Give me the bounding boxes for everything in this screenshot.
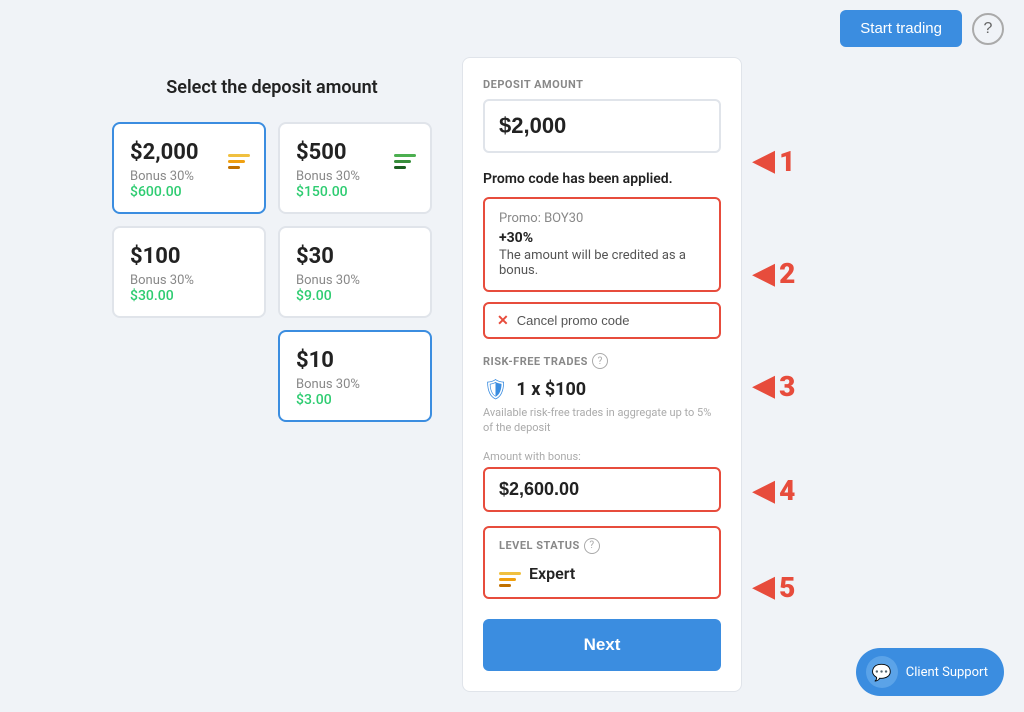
cancel-promo-label: Cancel promo code	[517, 313, 630, 328]
annotation-2: ◀ 2	[752, 257, 912, 290]
card-bonus-value: $9.00	[296, 288, 414, 304]
annotation-5: ◀ 5	[752, 571, 912, 604]
client-support-button[interactable]: 💬 Client Support	[856, 648, 1004, 696]
cancel-promo-button[interactable]: ✕ Cancel promo code	[483, 302, 721, 339]
amount-with-bonus-input[interactable]	[483, 467, 721, 512]
risk-free-section: RISK-FREE TRADES ? 🛡 1 x $100 Available …	[483, 353, 721, 436]
risk-free-label: RISK-FREE TRADES	[483, 355, 588, 368]
promo-percent: +30%	[499, 230, 705, 246]
stack-green-icon	[394, 138, 416, 169]
deposit-card-100[interactable]: $100 Bonus 30% $30.00	[112, 226, 266, 318]
annotation-3: ◀ 3	[752, 370, 912, 403]
left-panel: Select the deposit amount $2,000 Bonus 3…	[102, 57, 462, 692]
level-status-label: LEVEL STATUS	[499, 539, 580, 552]
expert-stack-icon	[499, 560, 521, 587]
shield-icon: 🛡	[483, 377, 508, 401]
promo-applied-text: Promo code has been applied.	[483, 171, 721, 187]
start-trading-button[interactable]: Start trading	[840, 10, 962, 47]
header: Start trading ?	[0, 0, 1024, 57]
main-container: Select the deposit amount $2,000 Bonus 3…	[82, 57, 942, 712]
risk-free-label-row: RISK-FREE TRADES ?	[483, 353, 721, 369]
promo-box: Promo: BOY30 +30% The amount will be cre…	[483, 197, 721, 292]
promo-code-line: Promo: BOY30	[499, 211, 705, 226]
card-bonus-label: Bonus 30%	[296, 377, 414, 392]
client-support-label: Client Support	[906, 665, 988, 680]
amount-with-bonus-label: Amount with bonus:	[483, 450, 721, 463]
deposit-grid: $2,000 Bonus 30% $600.00 $500 Bonus 30% …	[112, 122, 432, 422]
help-button[interactable]: ?	[972, 13, 1004, 45]
level-status-value: Expert	[499, 560, 705, 587]
risk-free-value-row: 🛡 1 x $100	[483, 377, 721, 401]
support-bubble-icon: 💬	[866, 656, 898, 688]
deposit-card-500[interactable]: $500 Bonus 30% $150.00	[278, 122, 432, 214]
promo-description: The amount will be credited as a bonus.	[499, 248, 705, 278]
annotation-4: ◀ 4	[752, 474, 912, 507]
deposit-card-30[interactable]: $30 Bonus 30% $9.00	[278, 226, 432, 318]
risk-free-description: Available risk-free trades in aggregate …	[483, 405, 721, 436]
card-amount: $30	[296, 244, 414, 269]
card-bonus-label: Bonus 30%	[296, 273, 414, 288]
card-bonus-value: $600.00	[130, 184, 248, 200]
card-bonus-value: $30.00	[130, 288, 248, 304]
panel-title: Select the deposit amount	[112, 77, 432, 98]
card-amount: $100	[130, 244, 248, 269]
right-panel: DEPOSIT AMOUNT Promo code has been appli…	[462, 57, 742, 692]
level-status-label-row: LEVEL STATUS ?	[499, 538, 705, 554]
deposit-card-2000[interactable]: $2,000 Bonus 30% $600.00	[112, 122, 266, 214]
question-mark-icon: ?	[984, 20, 993, 38]
risk-free-amount: 1 x $100	[516, 379, 586, 400]
annotation-1: ◀ 1	[752, 145, 912, 178]
card-bonus-value: $150.00	[296, 184, 414, 200]
level-status-info-icon[interactable]: ?	[584, 538, 600, 554]
card-amount: $10	[296, 348, 414, 373]
card-bonus-label: Bonus 30%	[130, 169, 248, 184]
card-bonus-value: $3.00	[296, 392, 414, 408]
level-status-box: LEVEL STATUS ? Expert	[483, 526, 721, 599]
cancel-x-icon: ✕	[497, 312, 509, 329]
card-bonus-label: Bonus 30%	[130, 273, 248, 288]
deposit-amount-input[interactable]	[483, 99, 721, 153]
deposit-amount-label: DEPOSIT AMOUNT	[483, 78, 721, 91]
risk-free-info-icon[interactable]: ?	[592, 353, 608, 369]
stack-gold-icon	[228, 138, 250, 169]
deposit-card-10[interactable]: $10 Bonus 30% $3.00	[278, 330, 432, 422]
card-bonus-label: Bonus 30%	[296, 169, 414, 184]
next-button[interactable]: Next	[483, 619, 721, 671]
expert-label: Expert	[529, 564, 575, 583]
